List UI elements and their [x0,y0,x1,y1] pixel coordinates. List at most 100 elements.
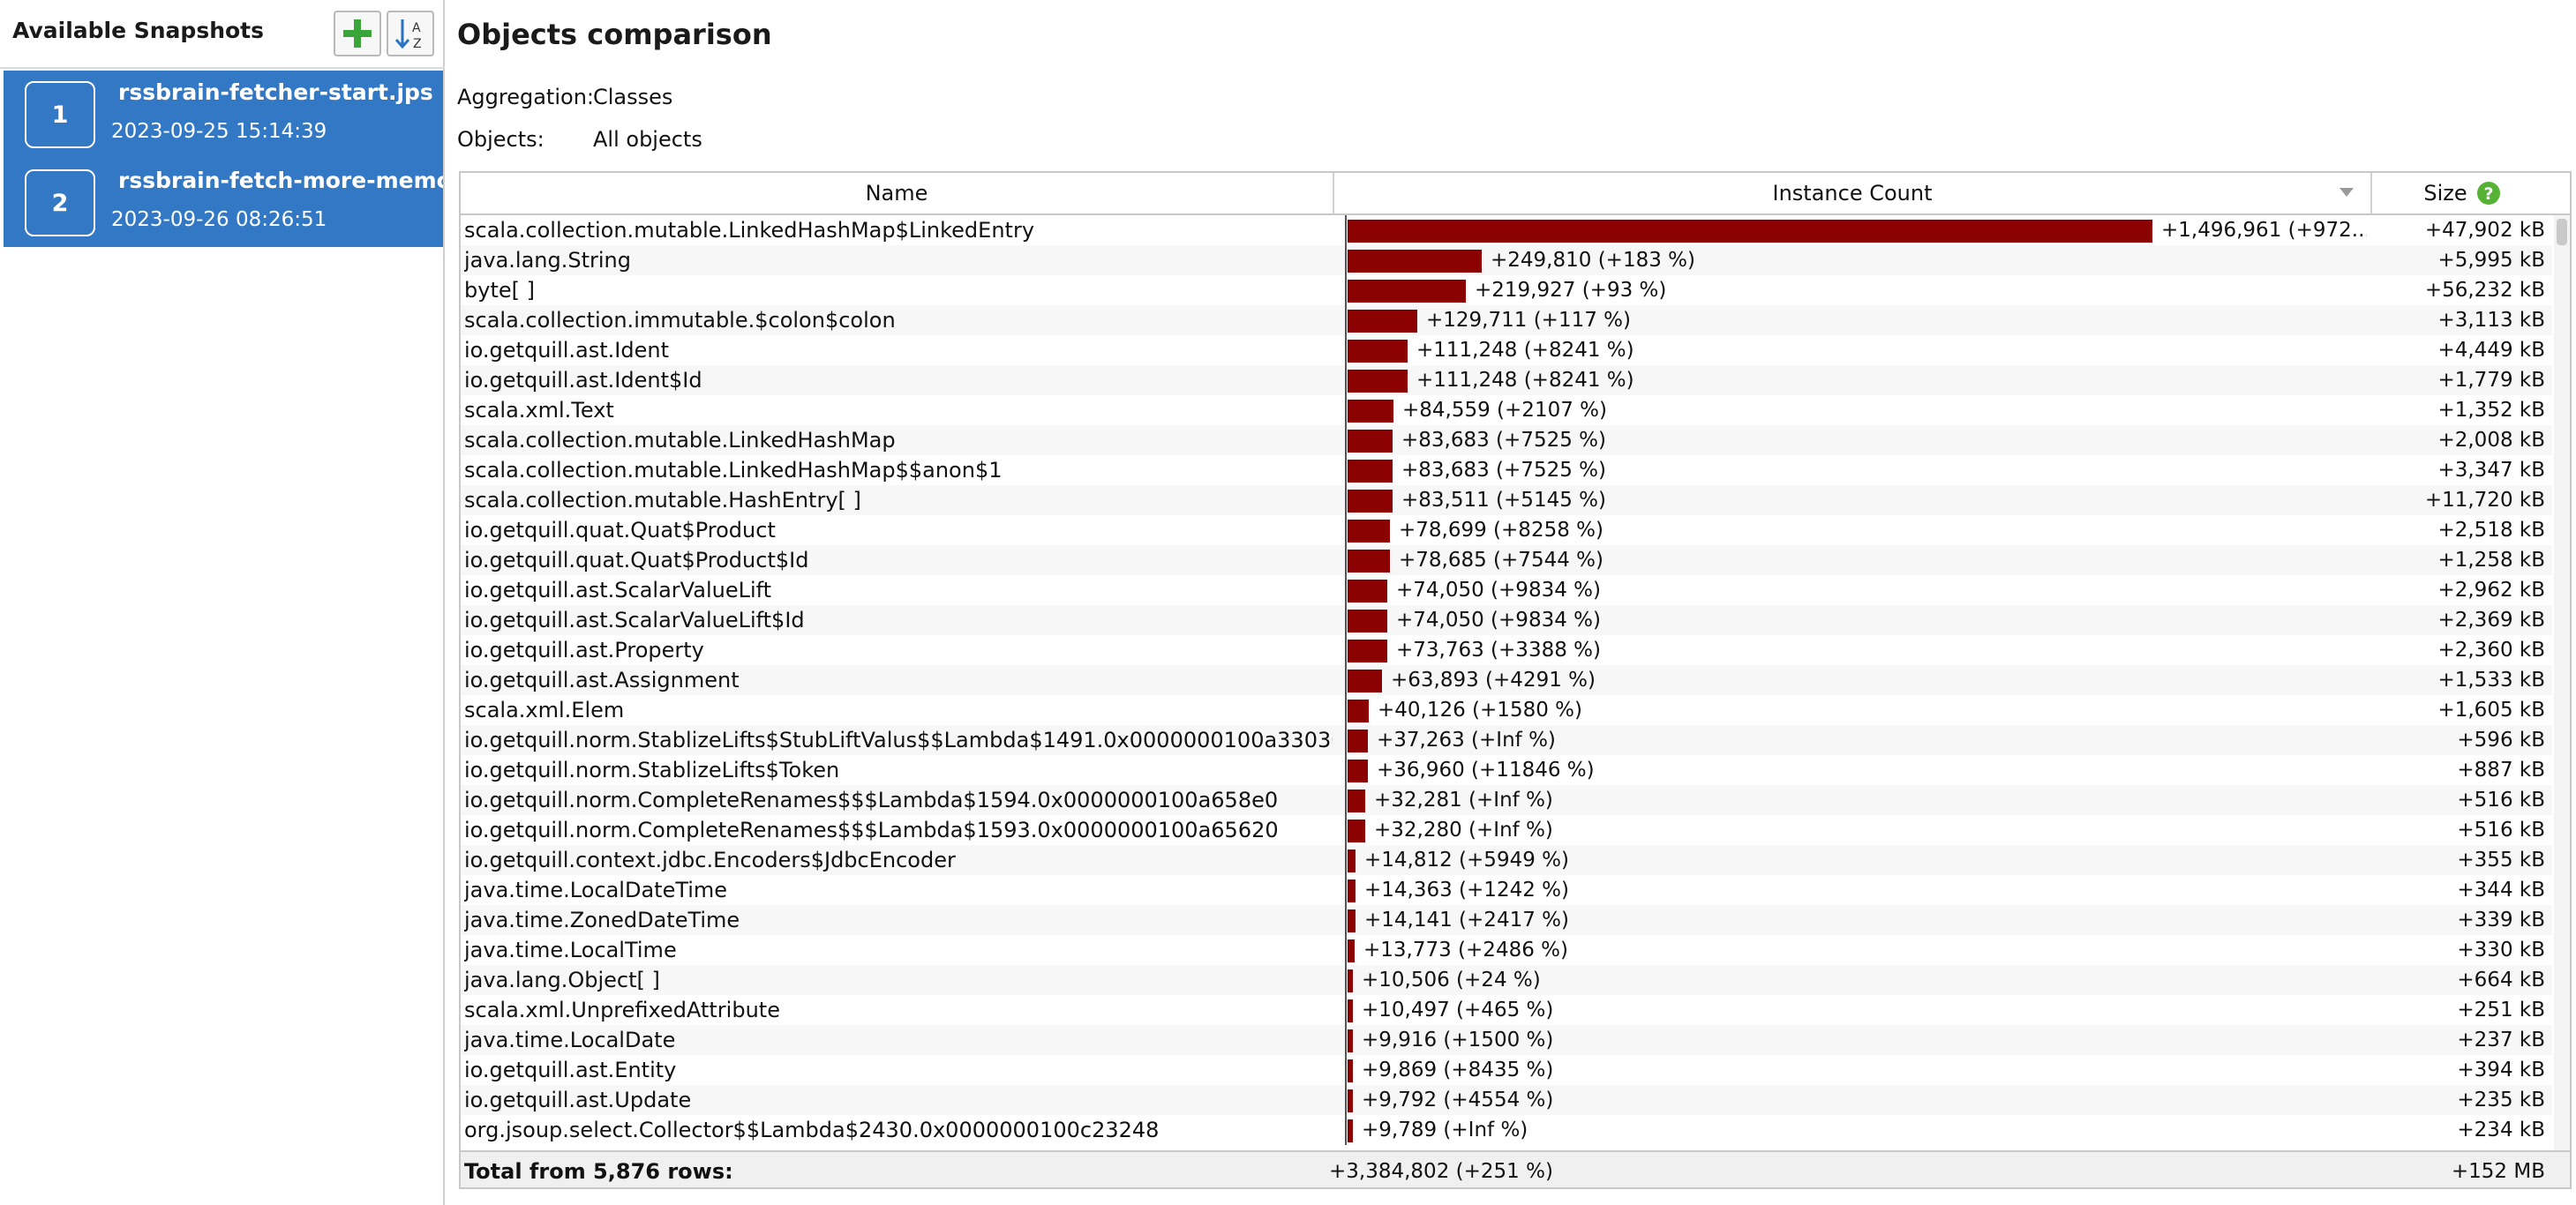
table-row[interactable]: io.getquill.ast.ScalarValueLift +74,050 (… [461,575,2552,605]
instance-count-value: +111,248 (+8241 %) [1416,339,1634,362]
class-name-cell: org.jsoup.select.Collector$$Lambda$2430.… [464,1118,1160,1142]
total-label: Total from 5,876 rows: [464,1159,733,1184]
instance-count-bar [1348,340,1408,363]
size-value: +887 kB [2457,759,2545,782]
table-row[interactable]: java.lang.String +249,810 (+183 %) +5,995 … [461,245,2552,275]
table-row[interactable]: scala.xml.Text +84,559 (+2107 %) +1,352 kB [461,395,2552,425]
class-name-cell: java.time.ZonedDateTime [464,908,740,932]
size-value: +3,347 kB [2437,459,2545,482]
size-value: +2,360 kB [2437,639,2545,662]
class-name-cell: java.time.LocalTime [464,938,677,962]
snapshot-item-1[interactable]: 1 rssbrain-fetcher-start.jps 2023-09-25 … [4,71,443,159]
instance-count-value: +74,050 (+9834 %) [1396,579,1601,602]
instance-count-bar [1348,430,1393,453]
table-row[interactable]: scala.collection.immutable.$colon$colon +… [461,305,2552,335]
instance-count-value: +78,699 (+8258 %) [1399,519,1603,542]
table-row[interactable]: byte[ ] +219,927 (+93 %) +56,232 kB [461,275,2552,305]
class-name-cell: io.getquill.norm.CompleteRenames$$$Lambd… [464,818,1279,842]
aggregation-selector[interactable]: Classes [593,85,672,109]
instance-count-value: +9,789 (+Inf %) [1362,1119,1528,1141]
instance-count-value: +32,281 (+Inf %) [1374,789,1553,812]
question-icon[interactable]: ? [2476,181,2501,206]
table-row[interactable]: java.lang.Object[ ] +10,506 (+24 %) +664 k… [461,965,2552,995]
sort-az-icon: A Z [394,19,422,51]
table-row[interactable]: io.getquill.norm.CompleteRenames$$$Lambd… [461,815,2552,845]
instance-count-value: +78,685 (+7544 %) [1399,549,1603,572]
size-value: +235 kB [2457,1089,2545,1111]
class-name-cell: io.getquill.ast.Ident [464,338,669,363]
bar-baseline [1345,1055,1347,1085]
column-header-size[interactable]: Size ? [2372,173,2552,213]
page-title: Objects comparison [457,18,772,51]
column-header-instance-count[interactable]: Instance Count [1334,173,2372,213]
size-value: +237 kB [2457,1029,2545,1052]
table-row[interactable]: scala.xml.Elem +40,126 (+1580 %) +1,605 kB [461,695,2552,725]
table-row[interactable]: io.getquill.context.jdbc.Encoders$JdbcEn… [461,845,2552,875]
sort-snapshots-button[interactable]: A Z [387,11,434,56]
table-footer: Total from 5,876 rows: +3,384,802 (+251 … [461,1150,2570,1187]
comparison-view: Objects comparison Aggregation: Classes … [447,0,2576,1205]
instance-count-value: +73,763 (+3388 %) [1396,639,1601,662]
table-row[interactable]: io.getquill.ast.Property +73,763 (+3388 %… [461,635,2552,665]
size-value: +516 kB [2457,819,2545,842]
svg-text:?: ? [2483,184,2493,204]
snapshots-panel: Available Snapshots A Z 1 rssbrain-fetch… [0,0,445,1205]
table-row[interactable]: scala.collection.mutable.HashEntry[ ] +83… [461,485,2552,515]
table-row[interactable]: io.getquill.norm.StablizeLifts$Token +36,… [461,755,2552,785]
column-header-label: Size [2423,181,2467,206]
snapshot-item-2[interactable]: 2 rssbrain-fetch-more-memory.jps 2023-09… [4,159,443,247]
table-row[interactable]: scala.collection.mutable.LinkedHashMap +8… [461,425,2552,455]
size-value: +2,518 kB [2437,519,2545,542]
instance-count-bar [1348,760,1368,782]
table-row[interactable]: java.time.LocalDateTime +14,363 (+1242 %)… [461,875,2552,905]
bar-baseline [1345,215,1347,245]
instance-count-bar [1348,790,1365,812]
table-row[interactable]: java.time.LocalDate +9,916 (+1500 %) +237 … [461,1025,2552,1055]
instance-count-value: +32,280 (+Inf %) [1374,819,1553,842]
class-name-cell: io.getquill.ast.ScalarValueLift$Id [464,608,805,632]
table-row[interactable]: io.getquill.quat.Quat$Product +78,699 (+8… [461,515,2552,545]
snapshot-name: rssbrain-fetch-more-memory.jps [118,168,443,193]
table-row[interactable]: io.getquill.ast.Ident +111,248 (+8241 %) +… [461,335,2552,365]
bar-baseline [1345,635,1347,665]
add-snapshot-button[interactable] [334,11,381,56]
table-row[interactable]: io.getquill.ast.Assignment +63,893 (+4291… [461,665,2552,695]
column-header-name[interactable]: Name [461,173,1334,213]
table-row[interactable]: scala.collection.mutable.LinkedHashMap$L… [461,215,2552,245]
snapshot-number: 1 [25,81,95,148]
bar-baseline [1345,425,1347,455]
size-value: +11,720 kB [2424,489,2545,512]
bar-baseline [1345,845,1347,875]
table-row[interactable]: io.getquill.norm.StablizeLifts$StubLiftV… [461,725,2552,755]
class-name-cell: io.getquill.ast.Entity [464,1058,677,1082]
table-row[interactable]: io.getquill.ast.ScalarValueLift$Id +74,05… [461,605,2552,635]
bar-baseline [1345,665,1347,695]
class-name-cell: scala.collection.mutable.LinkedHashMap$L… [464,218,1035,243]
instance-count-value: +129,711 (+117 %) [1426,309,1631,332]
instance-count-bar [1348,1089,1353,1112]
table-row[interactable]: io.getquill.norm.CompleteRenames$$$Lambd… [461,785,2552,815]
table-row[interactable]: scala.xml.UnprefixedAttribute +10,497 (+4… [461,995,2552,1025]
instance-count-bar [1348,1029,1353,1052]
instance-count-bar [1348,550,1390,573]
bar-baseline [1345,275,1347,305]
objects-selector[interactable]: All objects [593,127,702,152]
objects-table: Name Instance Count Size ? scala.collect… [459,171,2572,1189]
instance-count-value: +13,773 (+2486 %) [1363,939,1568,962]
size-value: +339 kB [2457,909,2545,932]
size-value: +5,995 kB [2437,249,2545,272]
table-row[interactable]: io.getquill.quat.Quat$Product$Id +78,685 … [461,545,2552,575]
total-count: +3,384,802 (+251 %) [1329,1160,1553,1183]
table-body[interactable]: scala.collection.mutable.LinkedHashMap$L… [461,215,2552,1150]
snapshot-name: rssbrain-fetcher-start.jps [118,79,433,105]
table-row[interactable]: io.getquill.ast.Ident$Id +111,248 (+8241 … [461,365,2552,395]
table-row[interactable]: io.getquill.ast.Entity +9,869 (+8435 %) +3… [461,1055,2552,1085]
table-row[interactable]: org.jsoup.select.Collector$$Lambda$2430.… [461,1115,2552,1145]
bar-baseline [1345,395,1347,425]
vertical-scrollbar[interactable] [2554,215,2570,1150]
table-row[interactable]: java.time.ZonedDateTime +14,141 (+2417 %)… [461,905,2552,935]
table-row[interactable]: io.getquill.ast.Update +9,792 (+4554 %) +2… [461,1085,2552,1115]
table-row[interactable]: java.time.LocalTime +13,773 (+2486 %) +330… [461,935,2552,965]
table-row[interactable]: scala.collection.mutable.LinkedHashMap$$… [461,455,2552,485]
scrollbar-thumb[interactable] [2557,219,2567,245]
